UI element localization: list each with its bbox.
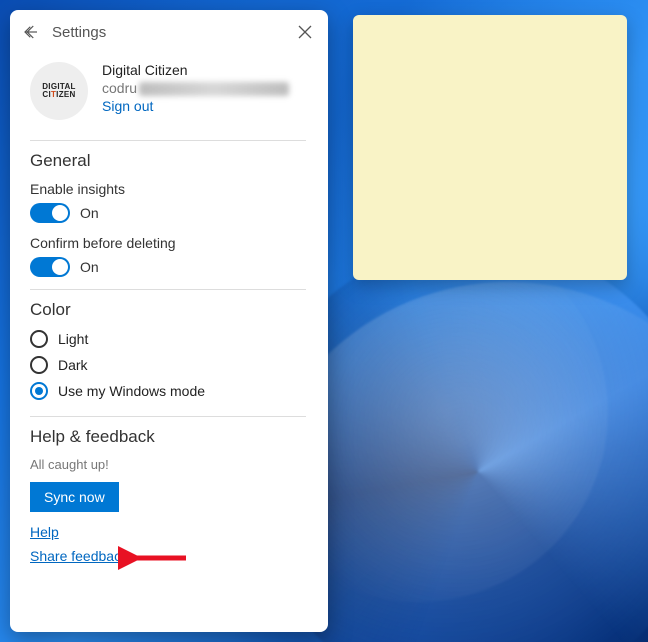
- toggle-state: On: [80, 259, 99, 275]
- share-feedback-link[interactable]: Share feedback: [30, 548, 306, 564]
- arrow-left-icon: [22, 23, 40, 41]
- email-prefix: codru: [102, 80, 137, 96]
- desktop-background: Settings DIGITAL CITIZEN Digital Citizen: [0, 0, 648, 642]
- color-radio-group: Light Dark Use my Windows mode: [30, 330, 306, 400]
- setting-label: Enable insights: [30, 181, 306, 197]
- avatar-text: IZEN: [56, 90, 75, 99]
- section-heading-help: Help & feedback: [30, 427, 306, 447]
- radio-icon: [30, 382, 48, 400]
- redacted-email: [139, 82, 289, 96]
- page-title: Settings: [44, 24, 294, 41]
- toggle-enable-insights[interactable]: [30, 203, 70, 223]
- section-heading-general: General: [30, 151, 306, 171]
- sync-now-button[interactable]: Sync now: [30, 482, 119, 512]
- toggle-knob: [52, 259, 68, 275]
- divider: [30, 416, 306, 417]
- radio-windows-mode[interactable]: Use my Windows mode: [30, 382, 306, 400]
- setting-enable-insights: Enable insights On: [30, 181, 306, 223]
- account-email: codru: [102, 80, 289, 96]
- setting-label: Confirm before deleting: [30, 235, 306, 251]
- account-name: Digital Citizen: [102, 62, 289, 78]
- sticky-note[interactable]: [353, 15, 627, 280]
- divider: [30, 140, 306, 141]
- close-button[interactable]: [294, 25, 316, 39]
- settings-panel: Settings DIGITAL CITIZEN Digital Citizen: [10, 10, 328, 632]
- toggle-confirm-delete[interactable]: [30, 257, 70, 277]
- section-heading-color: Color: [30, 300, 306, 320]
- divider: [30, 289, 306, 290]
- titlebar: Settings: [10, 10, 328, 54]
- radio-label: Use my Windows mode: [58, 383, 205, 399]
- help-link[interactable]: Help: [30, 524, 306, 540]
- account-block: DIGITAL CITIZEN Digital Citizen codru Si…: [30, 54, 306, 134]
- radio-icon: [30, 356, 48, 374]
- close-icon: [298, 25, 312, 39]
- toggle-state: On: [80, 205, 99, 221]
- toggle-knob: [52, 205, 68, 221]
- radio-dark[interactable]: Dark: [30, 356, 306, 374]
- sync-status: All caught up!: [30, 457, 306, 472]
- radio-label: Dark: [58, 357, 88, 373]
- settings-scroll[interactable]: DIGITAL CITIZEN Digital Citizen codru Si…: [10, 54, 328, 632]
- radio-icon: [30, 330, 48, 348]
- sign-out-link[interactable]: Sign out: [102, 98, 289, 114]
- setting-confirm-delete: Confirm before deleting On: [30, 235, 306, 277]
- radio-label: Light: [58, 331, 88, 347]
- avatar-text: CI: [42, 90, 51, 99]
- radio-light[interactable]: Light: [30, 330, 306, 348]
- avatar: DIGITAL CITIZEN: [30, 62, 88, 120]
- back-button[interactable]: [22, 23, 44, 41]
